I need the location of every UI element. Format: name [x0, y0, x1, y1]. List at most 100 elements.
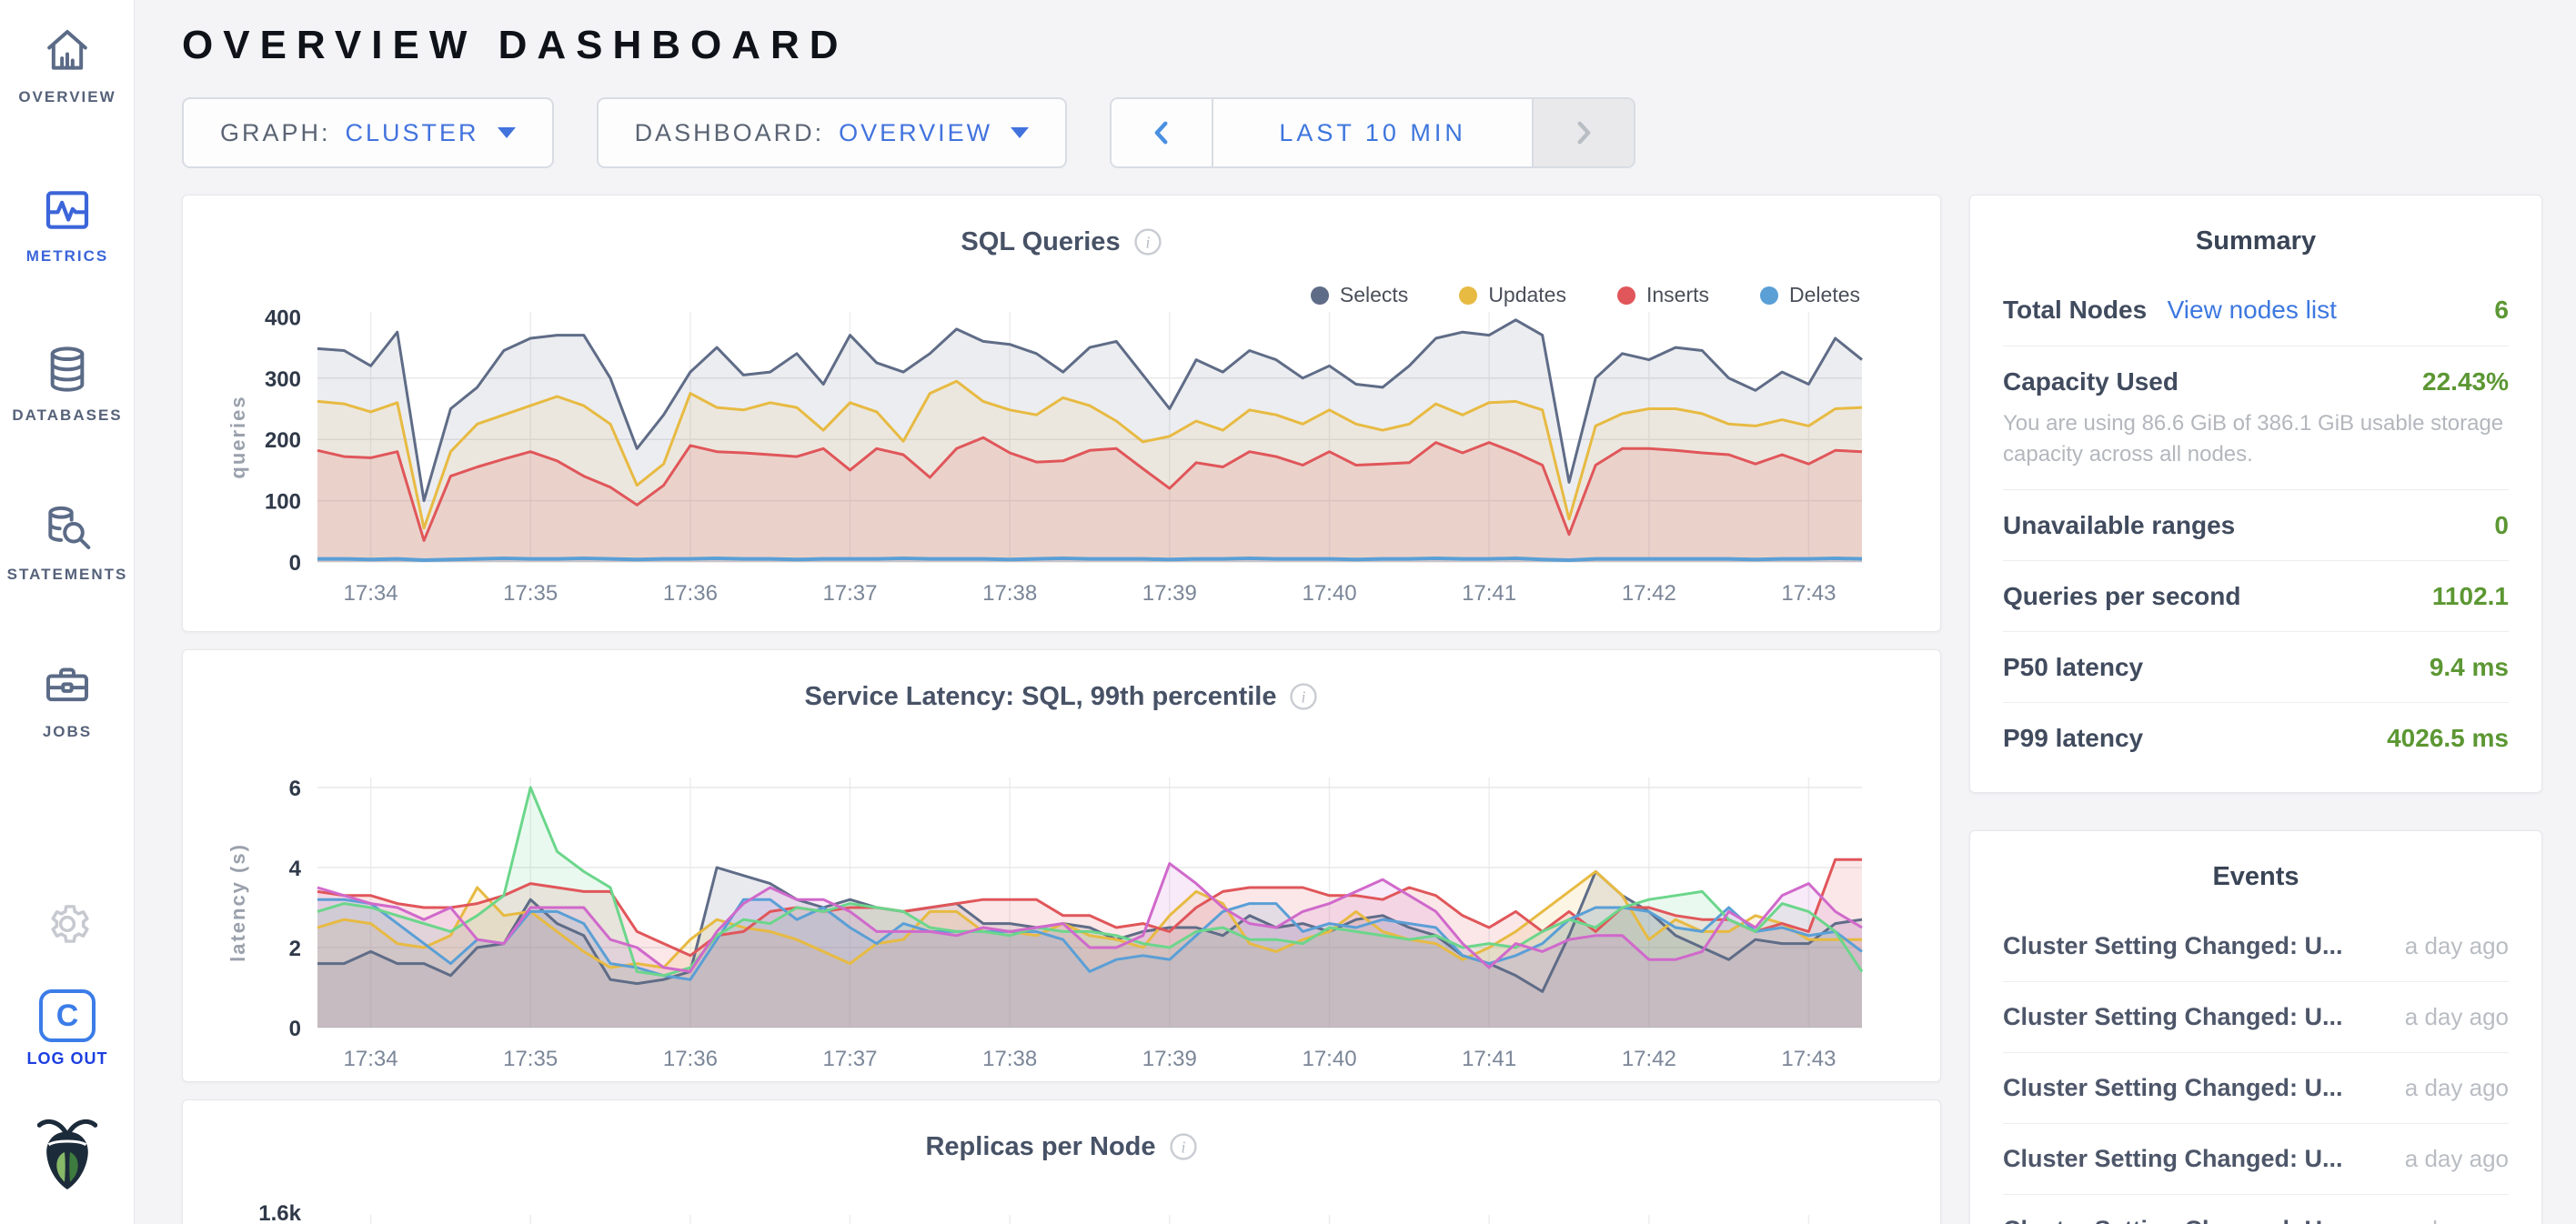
sidebar-item-metrics[interactable]: METRICS	[0, 185, 135, 266]
chart-title: Service Latency: SQL, 99th percentile	[805, 682, 1277, 712]
logout-label: LOG OUT	[0, 1049, 135, 1068]
service-latency-chart-card: Service Latency: SQL, 99th percentile i …	[182, 649, 1941, 1082]
svg-text:17:41: 17:41	[1462, 581, 1516, 606]
sql-queries-chart-card: SQL Queries i Selects Updates	[182, 195, 1941, 632]
settings-button[interactable]	[0, 900, 135, 952]
svg-text:200: 200	[265, 428, 301, 453]
svg-text:17:38: 17:38	[982, 581, 1037, 606]
legend-item-inserts[interactable]: Inserts	[1617, 283, 1709, 307]
event-row: Cluster Setting Changed: U... a day ago	[2003, 981, 2509, 1052]
chevron-left-icon	[1146, 117, 1177, 148]
dashboard-dropdown-value: OVERVIEW	[839, 119, 992, 147]
chart-legend: Selects Updates Inserts Deletes	[1311, 283, 1860, 307]
info-icon[interactable]: i	[1289, 682, 1318, 711]
graph-dropdown-label: GRAPH:	[220, 119, 331, 147]
svg-text:17:37: 17:37	[822, 581, 877, 606]
page-title: OVERVIEW DASHBOARD	[182, 23, 2543, 68]
p99-latency-value: 4026.5 ms	[2387, 724, 2509, 753]
chevron-down-icon	[498, 127, 516, 138]
capacity-used-value: 22.43%	[2422, 367, 2509, 396]
svg-text:i: i	[1181, 1139, 1185, 1157]
event-row: Cluster Setting Changed: U... a day ago	[2003, 1194, 2509, 1224]
sidebar: OVERVIEW METRICS DATABASES STATEMENTS	[0, 0, 135, 1224]
logout-button[interactable]: C LOG OUT	[0, 989, 135, 1068]
svg-text:17:40: 17:40	[1302, 581, 1356, 606]
svg-text:17:34: 17:34	[344, 581, 398, 606]
sidebar-item-jobs[interactable]: JOBS	[0, 660, 135, 741]
legend-dot	[1760, 286, 1778, 305]
svg-text:17:39: 17:39	[1142, 581, 1197, 606]
cockroach-c-icon: C	[39, 989, 96, 1042]
qps-value: 1102.1	[2432, 582, 2509, 611]
info-icon[interactable]: i	[1133, 227, 1162, 256]
info-icon[interactable]: i	[1169, 1132, 1198, 1161]
gear-icon	[44, 900, 91, 948]
time-range-prev-button[interactable]	[1112, 99, 1213, 166]
capacity-used-subtext: You are using 86.6 GiB of 386.1 GiB usab…	[2003, 408, 2509, 469]
replicas-per-node-plot: 1.6k	[208, 1193, 1917, 1224]
replicas-per-node-chart-card: Replicas per Node i 1.6k	[182, 1099, 1941, 1224]
sidebar-item-overview[interactable]: OVERVIEW	[0, 25, 135, 106]
cockroachdb-logo	[0, 1111, 135, 1196]
legend-dot	[1311, 286, 1329, 305]
event-row: Cluster Setting Changed: U... a day ago	[2003, 1123, 2509, 1194]
main-content: OVERVIEW DASHBOARD GRAPH: CLUSTER DASHBO…	[135, 0, 2576, 1224]
svg-text:17:36: 17:36	[663, 1047, 718, 1071]
events-panel: Events Cluster Setting Changed: U... a d…	[1969, 830, 2542, 1224]
svg-text:queries: queries	[226, 395, 249, 478]
right-column: Summary Total Nodes View nodes list 6 Ca…	[1969, 195, 2542, 1224]
legend-item-deletes[interactable]: Deletes	[1760, 283, 1860, 307]
chart-title: Replicas per Node	[925, 1132, 1155, 1162]
controls-bar: GRAPH: CLUSTER DASHBOARD: OVERVIEW LAST …	[182, 97, 2543, 168]
sidebar-item-label: JOBS	[0, 723, 135, 741]
svg-text:100: 100	[265, 490, 301, 515]
event-row: Cluster Setting Changed: U... a day ago	[2003, 910, 2509, 981]
svg-text:17:35: 17:35	[503, 1047, 558, 1071]
sidebar-item-statements[interactable]: STATEMENTS	[0, 503, 135, 584]
sidebar-item-databases[interactable]: DATABASES	[0, 344, 135, 425]
svg-text:17:36: 17:36	[663, 581, 718, 606]
svg-text:6: 6	[289, 777, 301, 801]
time-range-value[interactable]: LAST 10 MIN	[1213, 99, 1532, 166]
dashboard-dropdown[interactable]: DASHBOARD: OVERVIEW	[597, 97, 1068, 168]
statements-icon	[42, 503, 93, 554]
metrics-icon	[42, 185, 93, 236]
chevron-down-icon	[1011, 127, 1029, 138]
p50-latency-value: 9.4 ms	[2430, 653, 2509, 682]
svg-text:400: 400	[265, 306, 301, 330]
svg-text:17:35: 17:35	[503, 581, 558, 606]
legend-item-updates[interactable]: Updates	[1459, 283, 1566, 307]
svg-text:17:38: 17:38	[982, 1047, 1037, 1071]
total-nodes-value: 6	[2494, 296, 2509, 325]
svg-text:2: 2	[289, 937, 301, 961]
svg-text:0: 0	[289, 551, 301, 576]
summary-row-capacity-used: Capacity Used 22.43% You are using 86.6 …	[2003, 346, 2509, 489]
svg-text:0: 0	[289, 1017, 301, 1041]
sidebar-item-label: OVERVIEW	[0, 88, 135, 106]
cockroachdb-bug-icon	[37, 1111, 97, 1191]
sidebar-item-label: STATEMENTS	[0, 566, 135, 584]
event-row: Cluster Setting Changed: U... a day ago	[2003, 1052, 2509, 1123]
svg-text:1.6k: 1.6k	[258, 1201, 301, 1224]
svg-text:i: i	[1302, 688, 1306, 707]
svg-text:17:40: 17:40	[1302, 1047, 1356, 1071]
chevron-right-icon	[1568, 117, 1599, 148]
svg-text:4: 4	[289, 857, 302, 881]
summary-row-p50: P50 latency 9.4 ms	[2003, 631, 2509, 702]
svg-text:17:42: 17:42	[1622, 581, 1676, 606]
chart-title: SQL Queries	[961, 227, 1120, 257]
unavailable-ranges-value: 0	[2494, 511, 2509, 540]
svg-text:17:39: 17:39	[1142, 1047, 1197, 1071]
time-range-next-button[interactable]	[1532, 99, 1634, 166]
sidebar-item-label: METRICS	[0, 247, 135, 266]
charts-column: SQL Queries i Selects Updates	[182, 195, 1941, 1224]
view-nodes-list-link[interactable]: View nodes list	[2168, 296, 2337, 324]
service-latency-plot: 024617:3417:3517:3617:3717:3817:3917:401…	[208, 767, 1917, 1080]
svg-text:300: 300	[265, 367, 301, 392]
graph-dropdown-value: CLUSTER	[346, 119, 479, 147]
graph-dropdown[interactable]: GRAPH: CLUSTER	[182, 97, 554, 168]
legend-item-selects[interactable]: Selects	[1311, 283, 1408, 307]
summary-title: Summary	[2003, 196, 2509, 275]
svg-text:17:43: 17:43	[1781, 1047, 1836, 1071]
briefcase-icon	[42, 660, 93, 711]
